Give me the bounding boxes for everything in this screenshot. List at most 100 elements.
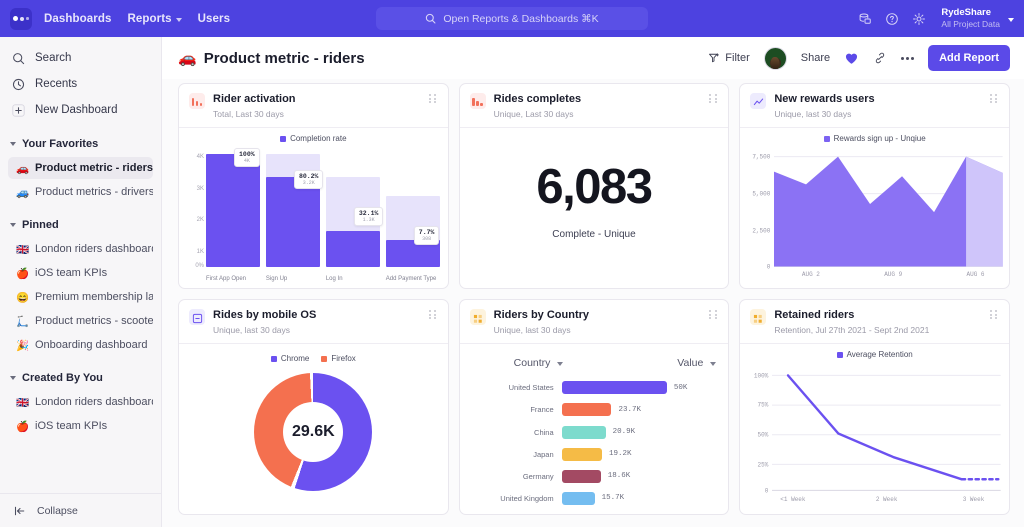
y-tick: 0 xyxy=(766,263,771,271)
table-row[interactable]: China 20.9K xyxy=(472,421,717,442)
sidebar-item-recents[interactable]: Recents xyxy=(0,71,161,97)
column-header-country[interactable]: Country xyxy=(472,357,578,369)
app-logo[interactable] xyxy=(10,7,32,30)
sidebar-item-product-metric-riders[interactable]: 🚗 Product metric - riders xyxy=(8,157,153,179)
card-header: New rewards users Unique, last 30 days xyxy=(740,84,1009,129)
nav-item-reports[interactable]: Reports xyxy=(127,13,182,25)
column-header-value[interactable]: Value xyxy=(577,357,717,369)
card-rides-completes: Rides completes Unique, Last 30 days 6,0… xyxy=(458,83,730,289)
page-title-text: Product metric - riders xyxy=(203,49,365,67)
sidebar-collapse-button[interactable]: Collapse xyxy=(0,493,161,527)
sidebar-item-search[interactable]: Search xyxy=(0,45,161,71)
row-bar xyxy=(561,491,595,505)
sidebar-item-ios-team-kpis-created[interactable]: 🍎 iOS team KPIs xyxy=(8,415,153,437)
table-row[interactable]: United Kingdom 15.7K xyxy=(472,488,717,509)
chevron-down-icon xyxy=(10,376,16,380)
filter-icon xyxy=(709,53,720,63)
funnel-column[interactable]: 80.2% 3.2K Sign Up xyxy=(265,154,324,282)
drag-handle-icon[interactable] xyxy=(428,93,438,104)
y-tick: 1K xyxy=(196,248,204,255)
drag-handle-icon[interactable] xyxy=(989,93,999,104)
chevron-down-icon xyxy=(10,142,16,146)
legend-swatch xyxy=(321,355,328,362)
more-icon[interactable] xyxy=(901,56,915,60)
y-tick: 3K xyxy=(196,186,204,193)
card-body: 6,083 Complete - Unique xyxy=(460,128,729,288)
y-tick: 0% xyxy=(195,262,204,269)
sidebar-group-pinned[interactable]: Pinned xyxy=(0,213,161,237)
sidebar-item-product-metrics-drivers[interactable]: 🚙 Product metrics - drivers xyxy=(8,181,153,203)
drag-handle-icon[interactable] xyxy=(709,93,718,104)
bar-value-pct: 7.7% xyxy=(418,229,435,237)
legend-swatch xyxy=(836,351,843,358)
global-search-button[interactable]: Open Reports & Dashboards ⌘K xyxy=(376,7,648,30)
card-subtitle: Unique, Last 30 days xyxy=(493,108,574,119)
card-rides-by-mobile-os: Rides by mobile OS Unique, last 30 days … xyxy=(178,299,449,515)
funnel-chart: 4K 3K 2K 1K 0% 100% 4K First App Open 80… xyxy=(187,148,440,284)
gear-icon[interactable] xyxy=(912,12,926,26)
table-row[interactable]: Japan 19.2K xyxy=(472,444,717,465)
row-value: 15.7K xyxy=(601,494,625,503)
sidebar-item-premium-membership-launch[interactable]: 😄 Premium membership launch xyxy=(8,286,153,308)
sidebar-item-new-dashboard[interactable]: New Dashboard xyxy=(0,97,161,123)
sidebar-item-london-riders-dashboard-created[interactable]: 🇬🇧 London riders dashboard xyxy=(8,391,153,413)
drag-handle-icon[interactable] xyxy=(428,309,438,320)
link-icon[interactable] xyxy=(873,51,887,65)
top-bar-right: RydeShare All Project Data xyxy=(858,7,1014,30)
bar-value-abs: 308 xyxy=(422,236,432,243)
sidebar-item-product-metrics-scooters[interactable]: 🛴 Product metrics - scooters xyxy=(8,310,153,332)
nav-item-dashboards[interactable]: Dashboards xyxy=(44,13,111,25)
funnel-column[interactable]: 32.1% 1.3K Log In xyxy=(325,154,384,282)
x-tick: AUG 6 xyxy=(966,271,985,278)
funnel-column[interactable]: 100% 4K First App Open xyxy=(206,148,260,282)
sidebar-group-created-by-you[interactable]: Created By You xyxy=(0,366,161,390)
y-tick: 100% xyxy=(753,372,769,380)
help-icon[interactable] xyxy=(885,12,899,26)
chart-legend: Rewards sign up - Unqiue xyxy=(748,134,1001,143)
apple-icon: 🍎 xyxy=(16,267,30,280)
sidebar-item-onboarding-dashboard[interactable]: 🎉 Onboarding dashboard xyxy=(8,334,153,356)
donut-center: 29.6K xyxy=(283,401,344,462)
account-switcher[interactable]: RydeShare All Project Data xyxy=(941,7,1014,30)
database-icon[interactable] xyxy=(858,12,872,26)
filter-button[interactable]: Filter xyxy=(708,52,750,64)
sidebar-item-london-riders-dashboard[interactable]: 🇬🇧 London riders dashboard xyxy=(8,238,153,260)
heart-icon[interactable] xyxy=(844,51,859,66)
car-icon: 🚗 xyxy=(16,162,30,175)
metric-value: 6,083 xyxy=(536,159,653,214)
sidebar-item-ios-team-kpis[interactable]: 🍎 iOS team KPIs xyxy=(8,262,153,284)
main-nav: Dashboards Reports Users xyxy=(44,13,230,25)
card-title: Rides completes xyxy=(493,93,582,105)
table-row[interactable]: United States 50K xyxy=(472,377,717,398)
avatar[interactable] xyxy=(763,46,787,70)
card-rider-activation: Rider activation Total, Last 30 days Com… xyxy=(178,83,449,289)
add-report-button[interactable]: Add Report xyxy=(928,45,1010,71)
share-label: Share xyxy=(800,52,831,64)
card-title: Retained riders xyxy=(774,309,855,321)
funnel-column[interactable]: 7.7% 308 Add Payment Type xyxy=(385,154,440,282)
apple-icon: 🍎 xyxy=(16,420,30,433)
card-subtitle: Unique, last 30 days xyxy=(774,108,852,119)
sidebar-label: Product metric - riders xyxy=(35,162,153,174)
nav-item-users[interactable]: Users xyxy=(198,13,230,25)
table-row[interactable]: Germany 18.6K xyxy=(472,466,717,487)
car-icon: 🚗 xyxy=(178,50,197,67)
drag-handle-icon[interactable] xyxy=(989,309,999,320)
donut-ring[interactable]: 29.6K xyxy=(254,372,373,491)
sidebar-label: New Dashboard xyxy=(35,104,118,116)
card-header: Rides completes Unique, Last 30 days xyxy=(459,84,729,129)
sidebar-group-your-favorites[interactable]: Your Favorites xyxy=(0,132,161,156)
scooter-icon: 🛴 xyxy=(16,315,30,328)
card-body: Rewards sign up - Unqiue 7,500 5,000 2,5… xyxy=(740,128,1009,288)
sidebar-label: London riders dashboard xyxy=(35,243,153,255)
bar-chart-icon xyxy=(189,93,205,109)
card-body: Completion rate 4K 3K 2K 1K 0% 100% 4K F… xyxy=(179,128,448,288)
share-button[interactable]: Share xyxy=(801,52,830,64)
line-chart-icon xyxy=(750,93,767,109)
drag-handle-icon[interactable] xyxy=(709,309,718,320)
x-tick: 3 Week xyxy=(962,496,985,503)
collapse-label: Collapse xyxy=(37,504,78,517)
table-row[interactable]: France 23.7K xyxy=(472,399,717,420)
page-header: 🚗 Product metric - riders Filter Share A… xyxy=(162,37,1024,79)
sidebar-label: iOS team KPIs xyxy=(35,420,108,432)
